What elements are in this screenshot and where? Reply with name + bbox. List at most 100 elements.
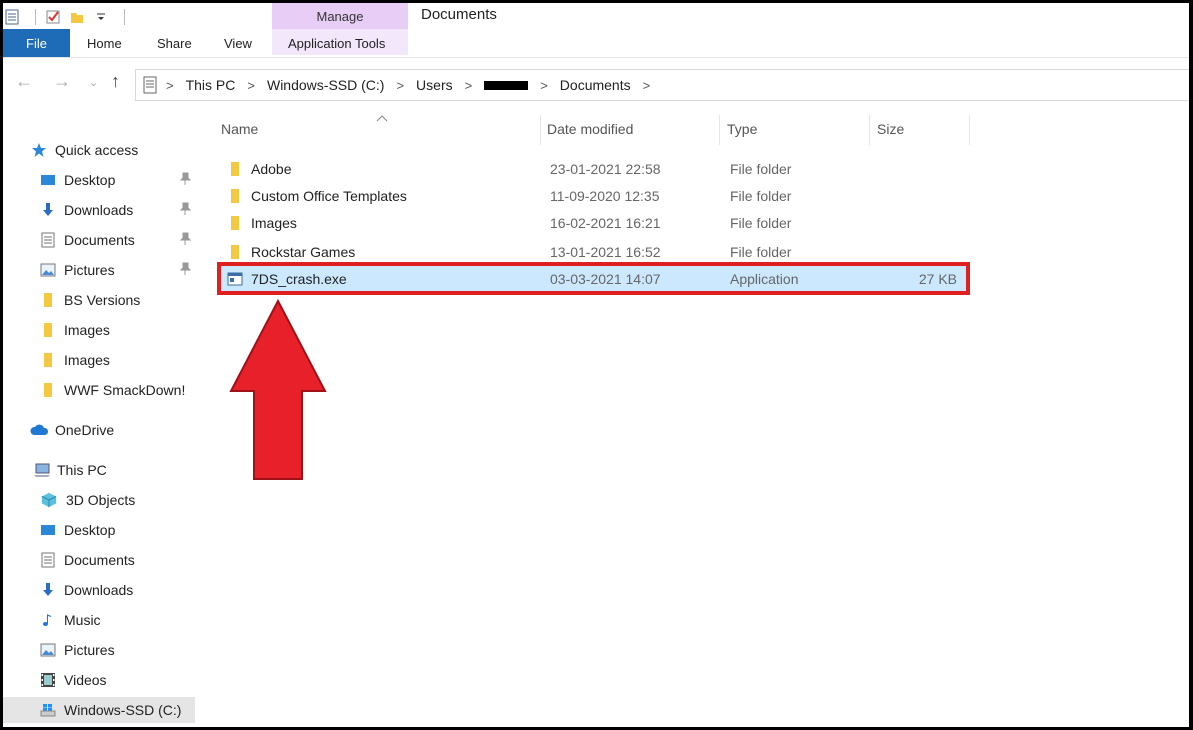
breadcrumb-chevron-icon[interactable]: > xyxy=(396,78,404,93)
nav-label: OneDrive xyxy=(55,422,115,438)
breadcrumb-this-pc[interactable]: This PC xyxy=(186,77,236,93)
file-type: File folder xyxy=(730,188,792,204)
redacted-username[interactable] xyxy=(484,80,529,90)
pin-icon[interactable] xyxy=(179,172,191,186)
chevron-down-icon[interactable] xyxy=(94,9,108,25)
breadcrumb-chevron-icon[interactable]: > xyxy=(465,78,473,93)
column-divider[interactable] xyxy=(869,115,870,145)
nav-qa-pictures[interactable]: Pictures xyxy=(3,257,195,283)
pictures-icon xyxy=(40,643,56,657)
properties-icon[interactable] xyxy=(5,9,19,25)
quick-access-toolbar xyxy=(3,3,125,31)
nav-pc-music[interactable]: Music xyxy=(3,607,195,633)
breadcrumb-chevron-icon[interactable]: > xyxy=(540,78,548,93)
column-divider[interactable] xyxy=(719,115,720,145)
new-folder-icon[interactable] xyxy=(70,9,84,25)
manage-context-header: Manage xyxy=(272,3,408,29)
column-header-size[interactable]: Size xyxy=(877,121,904,137)
file-size: 27 KB xyxy=(918,271,957,287)
file-explorer-window: Manage Documents File Home Share View Ap… xyxy=(3,3,1189,727)
breadcrumb-chevron-icon[interactable]: > xyxy=(247,78,255,93)
tab-home[interactable]: Home xyxy=(87,29,122,57)
file-row-custom-office-templates[interactable]: Custom Office Templates 11-09-2020 12:35… xyxy=(217,183,967,210)
file-row-images[interactable]: Images 16-02-2021 16:21 File folder xyxy=(217,210,967,237)
column-header-date[interactable]: Date modified xyxy=(547,121,633,137)
nav-label: Images xyxy=(64,352,110,368)
pin-icon[interactable] xyxy=(179,202,191,216)
breadcrumb-chevron-icon[interactable]: > xyxy=(166,78,174,93)
nav-label: Pictures xyxy=(64,262,115,278)
pin-icon[interactable] xyxy=(179,232,191,246)
breadcrumb-users[interactable]: Users xyxy=(416,77,453,93)
nav-label: Images xyxy=(64,322,110,338)
nav-pc-pictures[interactable]: Pictures xyxy=(3,637,195,663)
folder-icon xyxy=(231,189,239,203)
downloads-icon xyxy=(43,583,53,596)
nav-pc-desktop[interactable]: Desktop xyxy=(3,517,195,543)
folder-icon xyxy=(44,383,52,397)
file-row-adobe[interactable]: Adobe 23-01-2021 22:58 File folder xyxy=(217,156,967,183)
nav-pc-windows-ssd[interactable]: Windows-SSD (C:) xyxy=(3,697,195,723)
file-type: File folder xyxy=(730,215,792,231)
recent-locations-chevron-icon[interactable]: ⌄ xyxy=(89,76,98,89)
nav-quick-access[interactable]: Quick access xyxy=(31,137,195,163)
breadcrumb-drive[interactable]: Windows-SSD (C:) xyxy=(267,77,384,93)
nav-qa-bs-versions[interactable]: BS Versions xyxy=(3,287,195,313)
documents-icon xyxy=(41,552,55,568)
nav-qa-documents[interactable]: Documents xyxy=(3,227,195,253)
file-type: File folder xyxy=(730,161,792,177)
nav-label: BS Versions xyxy=(64,292,141,308)
breadcrumb-chevron-icon[interactable]: > xyxy=(643,78,651,93)
downloads-icon xyxy=(43,203,53,216)
nav-pc-downloads[interactable]: Downloads xyxy=(3,577,195,603)
folder-icon xyxy=(231,245,239,259)
desktop-icon xyxy=(41,175,55,185)
checkmark-icon[interactable] xyxy=(46,9,60,25)
nav-this-pc[interactable]: This PC xyxy=(3,457,195,483)
address-bar[interactable]: > This PC > Windows-SSD (C:) > Users > >… xyxy=(135,69,1189,101)
file-date: 16-02-2021 16:21 xyxy=(550,215,661,231)
documents-icon xyxy=(41,232,55,248)
nav-label: Desktop xyxy=(64,522,116,538)
tab-file[interactable]: File xyxy=(3,29,70,57)
nav-qa-desktop[interactable]: Desktop xyxy=(3,167,195,193)
nav-pc-documents[interactable]: Documents xyxy=(3,547,195,573)
column-header-name[interactable]: Name xyxy=(221,121,258,137)
file-type: Application xyxy=(730,271,799,287)
tab-view[interactable]: View xyxy=(224,29,252,57)
file-row-rockstar-games[interactable]: Rockstar Games 13-01-2021 16:52 File fol… xyxy=(217,239,967,266)
nav-label: Documents xyxy=(64,232,135,248)
column-divider[interactable] xyxy=(540,115,541,145)
nav-pc-videos[interactable]: Videos xyxy=(3,667,195,693)
column-divider[interactable] xyxy=(969,115,970,145)
back-arrow-icon[interactable]: ← xyxy=(15,71,33,92)
column-header-type[interactable]: Type xyxy=(727,121,757,137)
up-arrow-icon[interactable]: ↑ xyxy=(111,71,120,92)
tab-application-tools[interactable]: Application Tools xyxy=(288,29,385,57)
forward-arrow-icon[interactable]: → xyxy=(53,71,71,92)
tab-share[interactable]: Share xyxy=(157,29,192,57)
documents-location-icon xyxy=(143,76,157,94)
music-note-icon xyxy=(43,614,51,626)
nav-qa-images-2[interactable]: Images xyxy=(3,347,195,373)
nav-label: WWF SmackDown! xyxy=(64,382,186,398)
nav-label: 3D Objects xyxy=(66,492,136,508)
file-date: 11-09-2020 12:35 xyxy=(550,188,660,204)
folder-icon xyxy=(44,353,52,367)
nav-qa-downloads[interactable]: Downloads xyxy=(3,197,195,223)
folder-icon xyxy=(231,216,239,230)
breadcrumb-documents[interactable]: Documents xyxy=(560,77,631,93)
nav-qa-images-1[interactable]: Images xyxy=(3,317,195,343)
nav-label: Desktop xyxy=(64,172,116,188)
nav-label: Music xyxy=(64,612,101,628)
nav-qa-wwf-smackdown[interactable]: WWF SmackDown! xyxy=(3,377,195,403)
computer-icon xyxy=(34,463,50,477)
cube-3d-icon xyxy=(41,492,57,508)
window-title: Documents xyxy=(421,6,497,23)
navigation-pane: Quick access Desktop Downloads Documents… xyxy=(3,111,198,727)
pin-icon[interactable] xyxy=(179,262,191,276)
nav-onedrive[interactable]: OneDrive xyxy=(3,417,195,443)
file-row-7ds-crash-exe[interactable]: 7DS_crash.exe 03-03-2021 14:07 Applicati… xyxy=(217,266,967,293)
nav-pc-3d-objects[interactable]: 3D Objects xyxy=(3,487,195,513)
nav-label: Documents xyxy=(64,552,135,568)
